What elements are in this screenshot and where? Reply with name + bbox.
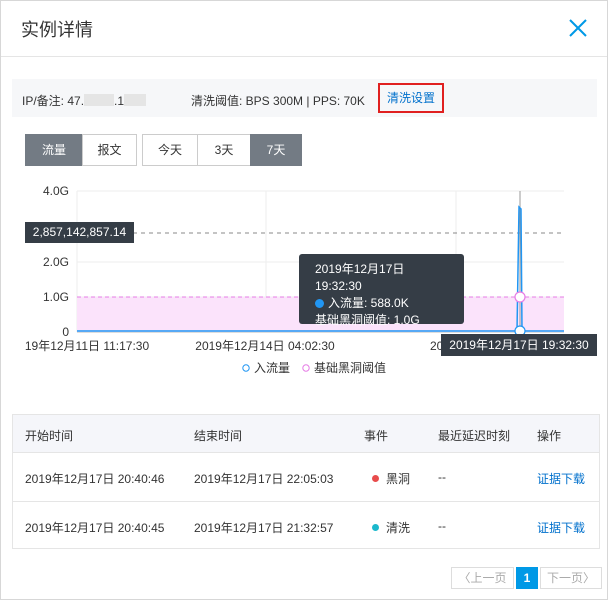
prev-page-button[interactable]: 〈上一页: [451, 567, 514, 589]
evidence-download-link[interactable]: 证据下载: [537, 470, 585, 487]
row-end-time: 2019年12月17日 21:32:57: [194, 521, 334, 535]
tooltip-time: 2019年12月17日 19:32:30: [315, 262, 405, 293]
row-start-time: 2019年12月17日 20:40:45: [25, 521, 165, 535]
ip-remark: IP/备注: 47. .1: [22, 92, 147, 109]
legend-inflow-marker: [242, 364, 250, 372]
crosshair-x-label: 2019年12月17日 19:32:30: [441, 334, 597, 356]
col-end-time: 结束时间: [194, 429, 243, 443]
row-event-label: 黑洞: [386, 472, 411, 486]
tooltip-threshold: 基础黑洞阈值: 1.0G: [315, 313, 420, 327]
tooltip-inflow-row: 入流量: 588.0K: [315, 295, 448, 312]
chevron-right-icon: 〉: [583, 571, 596, 585]
cleaning-threshold: 清洗阈值: BPS 300M | PPS: 70K: [191, 94, 365, 108]
table-row: 2019年12月17日 20:40:46 2019年12月17日 22:05:0…: [13, 453, 599, 502]
col-action: 操作: [537, 429, 562, 443]
next-page-label: 下一页: [546, 571, 583, 585]
metric-type-tabs: 流量 报文: [25, 134, 137, 166]
x-tick-label: 19年12月11日 11:17:30: [25, 339, 150, 353]
tab-today[interactable]: 今天: [142, 134, 198, 166]
tab-7days[interactable]: 7天: [250, 134, 302, 166]
row-event: 清洗: [372, 519, 410, 536]
close-icon[interactable]: [567, 17, 589, 39]
inflow-dot-icon: [315, 299, 324, 308]
ip-label: IP/备注: 47.: [22, 94, 85, 108]
page-number-button[interactable]: 1: [516, 567, 538, 589]
instance-info-bar: IP/备注: 47. .1 清洗阈值: BPS 300M | PPS: 70K 清…: [12, 79, 597, 117]
chart-tooltip: 2019年12月17日 19:32:30 入流量: 588.0K 基础黑洞阈值:…: [299, 254, 464, 327]
dialog-title: 实例详情: [21, 20, 93, 40]
tab-packets[interactable]: 报文: [82, 134, 137, 166]
tab-3days[interactable]: 3天: [197, 134, 251, 166]
x-tick-label: 2019年12月14日 04:02:30: [195, 339, 335, 353]
legend-threshold-marker: [302, 364, 310, 372]
tooltip-inflow: 入流量: 588.0K: [328, 296, 409, 310]
y-tick-label: 2.0G: [43, 255, 69, 269]
table-row: 2019年12月17日 20:40:45 2019年12月17日 21:32:5…: [13, 502, 599, 551]
chevron-left-icon: 〈: [458, 571, 471, 585]
tab-traffic[interactable]: 流量: [25, 134, 83, 166]
row-delay: --: [438, 470, 446, 484]
legend-inflow: 入流量: [254, 361, 290, 375]
table-header: 开始时间 结束时间 事件 最近延迟时刻 操作: [13, 415, 599, 453]
col-start-time: 开始时间: [25, 429, 74, 443]
row-end-time: 2019年12月17日 22:05:03: [194, 472, 334, 486]
next-page-button[interactable]: 下一页〉: [540, 567, 602, 589]
time-range-tabs: 今天 3天 7天: [142, 134, 302, 166]
blackhole-status-icon: [372, 475, 379, 482]
row-delay: --: [438, 519, 446, 533]
pagination: 〈上一页 1 下一页〉: [451, 567, 602, 589]
instance-detail-dialog: 实例详情 IP/备注: 47. .1 清洗阈值: BPS 300M | PPS: …: [0, 0, 608, 600]
dialog-header: 实例详情: [1, 1, 607, 57]
cleaning-settings-link[interactable]: 清洗设置: [378, 83, 444, 113]
events-table: 开始时间 结束时间 事件 最近延迟时刻 操作 2019年12月17日 20:40…: [12, 414, 600, 549]
ip-mid: .1: [114, 94, 125, 108]
ip-mask: [84, 94, 115, 106]
cleaning-status-icon: [372, 524, 379, 531]
y-tick-label: 1.0G: [43, 290, 69, 304]
y-tick-label: 0: [62, 325, 69, 339]
col-latest-delay: 最近延迟时刻: [438, 429, 511, 443]
ip-mask: [124, 94, 147, 106]
row-event-label: 清洗: [386, 521, 411, 535]
chart-legend: 入流量 基础黑洞阈值: [242, 360, 386, 375]
prev-page-label: 上一页: [470, 571, 507, 585]
row-start-time: 2019年12月17日 20:40:46: [25, 472, 165, 486]
row-event: 黑洞: [372, 470, 410, 487]
legend-threshold: 基础黑洞阈值: [314, 360, 386, 375]
evidence-download-link[interactable]: 证据下载: [537, 519, 585, 536]
threshold-point: [514, 291, 526, 303]
crosshair-y-label: 2,857,142,857.14: [25, 222, 134, 243]
col-event: 事件: [364, 429, 389, 443]
y-tick-label: 4.0G: [43, 184, 69, 198]
